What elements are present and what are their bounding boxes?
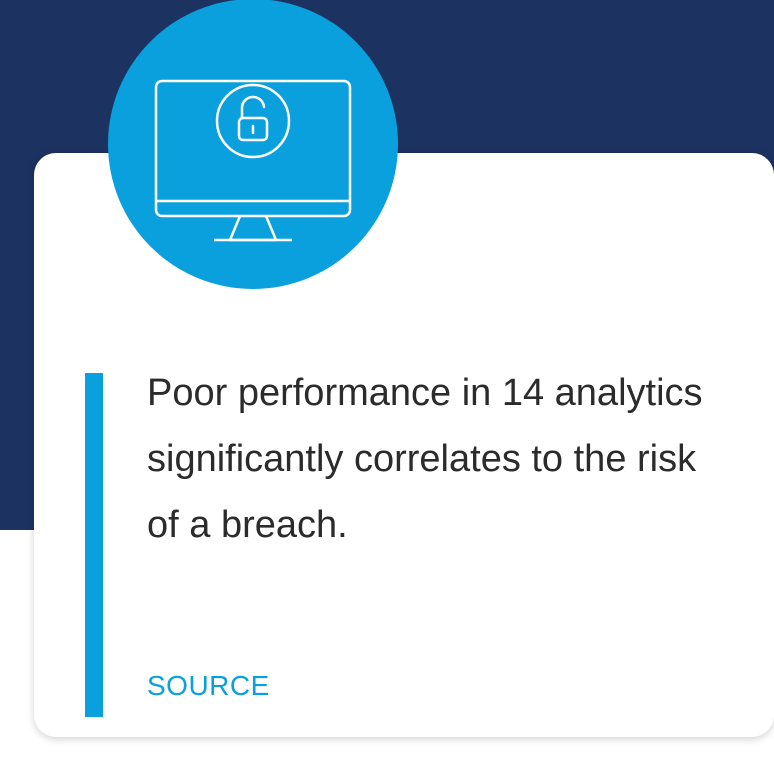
icon-badge (108, 0, 398, 289)
quote-text: Poor performance in 14 analytics signifi… (147, 372, 703, 546)
monitor-unlocked-padlock-icon (154, 79, 352, 242)
quote-accent-bar (85, 373, 103, 717)
source-link[interactable]: SOURCE (147, 670, 270, 702)
